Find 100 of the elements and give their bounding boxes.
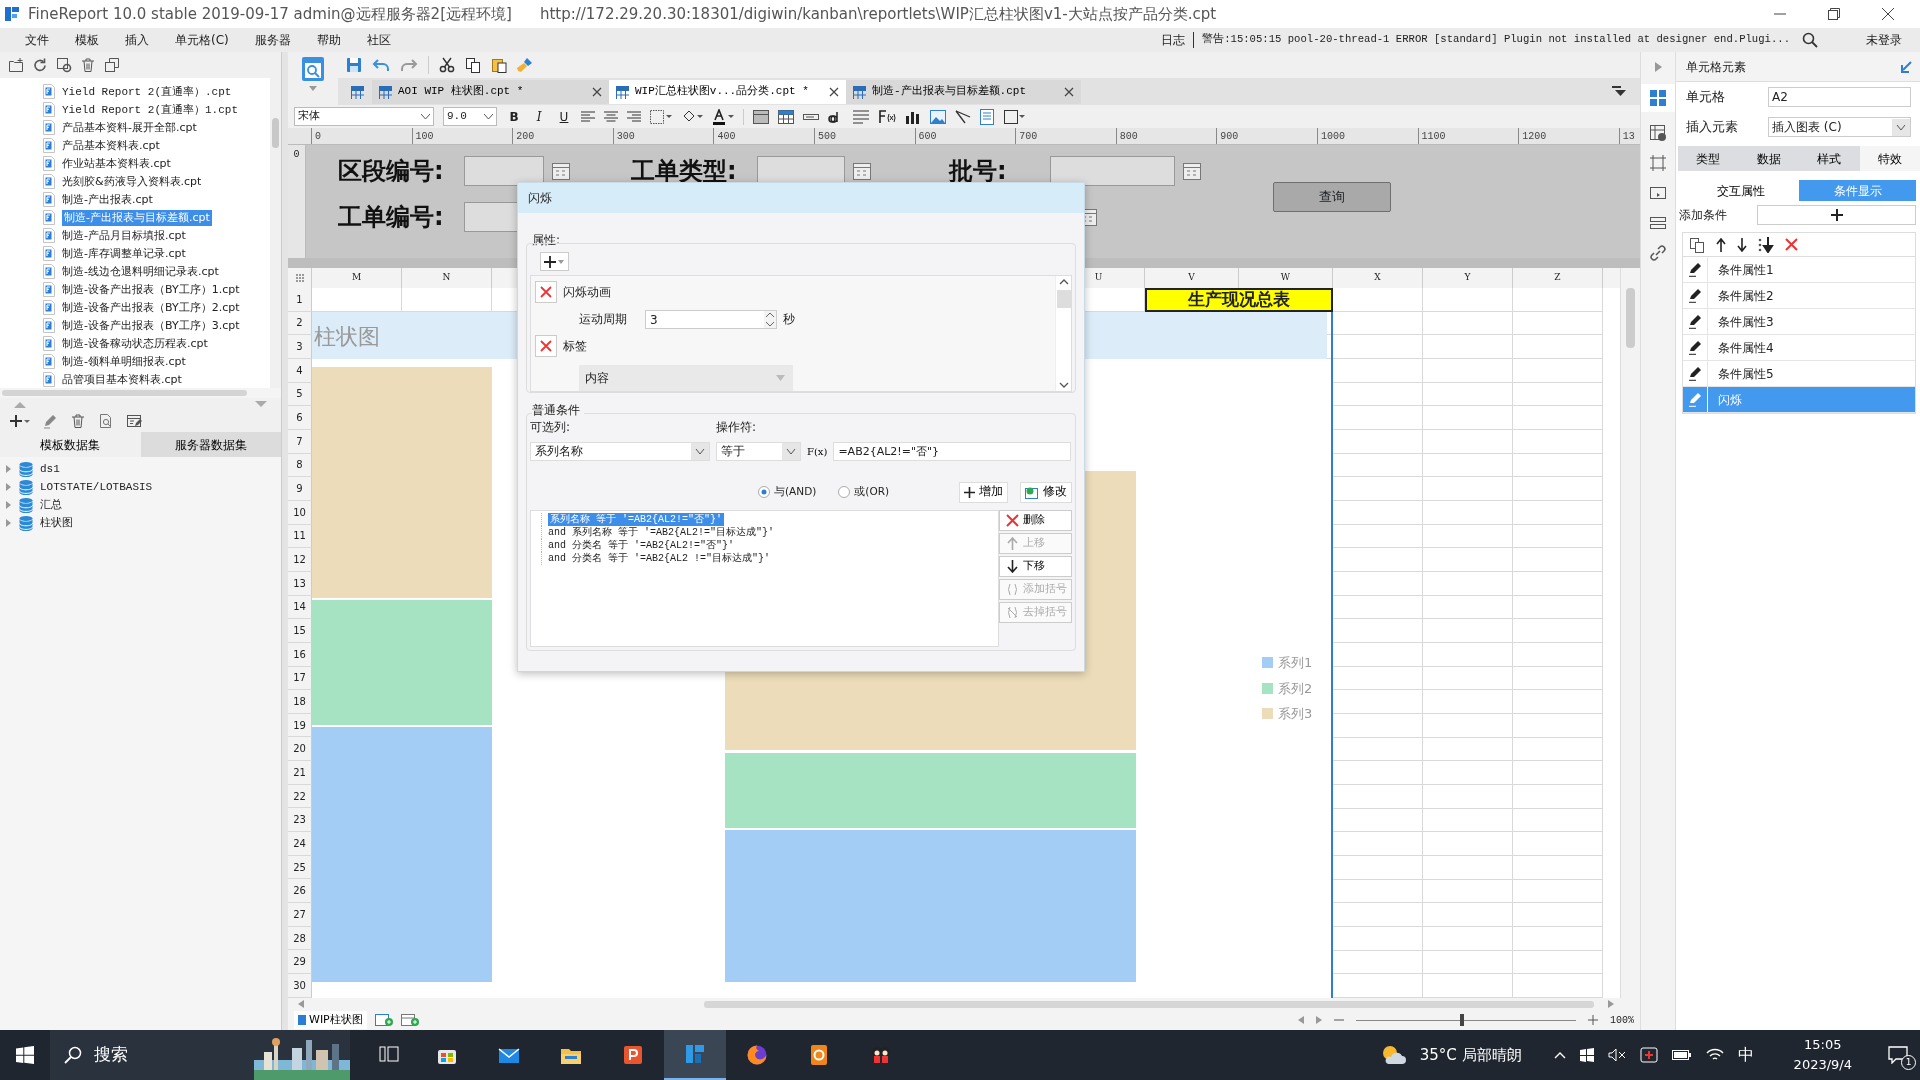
style-button[interactable]: I — [531, 107, 547, 126]
row-header[interactable]: 17 — [288, 666, 312, 691]
menu-item[interactable]: 社区 — [353, 31, 404, 49]
row-header[interactable]: 9 — [288, 477, 312, 501]
row-header[interactable]: 19 — [288, 713, 312, 738]
panel-tab[interactable]: 特效 — [1859, 146, 1920, 171]
style-button[interactable]: U — [556, 107, 572, 126]
row-header[interactable]: 11 — [288, 524, 312, 549]
dataset-item[interactable]: ds1 — [40, 460, 60, 478]
row-header[interactable]: 22 — [288, 784, 312, 809]
style-button[interactable]: B — [506, 107, 522, 126]
editor-tab[interactable]: WIP汇总柱状图v...品分类.cpt * — [609, 79, 846, 104]
input-method[interactable]: 中 — [1737, 1043, 1754, 1067]
dataset-item[interactable]: LOTSTATE/LOTBASIS — [40, 478, 153, 496]
formula-field[interactable]: =AB2{AL2!="否"} — [833, 441, 1071, 461]
row-header[interactable]: 4 — [288, 358, 312, 383]
row-header[interactable]: 16 — [288, 642, 312, 667]
search-box[interactable]: 搜索 — [50, 1030, 350, 1080]
tree-item[interactable]: 制造-设备产出报表（BY工序）2.cpt — [62, 299, 240, 317]
row-header[interactable]: 10 — [288, 500, 312, 525]
tree-item[interactable]: 制造-线边仓退料明细记录表.cpt — [62, 263, 219, 281]
row-header[interactable]: 6 — [288, 406, 312, 430]
font-select[interactable]: 宋体 — [294, 107, 434, 126]
tree-item[interactable]: 作业站基本资料表.cpt — [62, 155, 171, 173]
menu-item[interactable]: 模板 — [62, 31, 112, 49]
tree-item[interactable]: 制造-设备产出报表（BY工序）3.cpt — [62, 317, 240, 335]
formula-button[interactable]: F(x) — [807, 443, 828, 459]
condition-action-button[interactable]: 下移 — [999, 556, 1072, 577]
condition-line[interactable]: and 分类名 等于 '=AB2{AL2 !="目标达成"}' — [548, 552, 771, 565]
row-header[interactable]: 1 — [288, 288, 312, 312]
row-header[interactable]: 7 — [288, 429, 312, 454]
menu-item[interactable]: 文件 — [12, 31, 62, 49]
dataset-tab[interactable]: 服务器数据集 — [140, 432, 281, 457]
period-field[interactable]: 3 — [645, 309, 777, 329]
condition-item[interactable]: 条件属性2 — [1683, 283, 1915, 309]
size-select[interactable]: 9.0 — [443, 107, 497, 126]
row-header[interactable]: 20 — [288, 737, 312, 762]
dataset-tab[interactable]: 模板数据集 — [0, 432, 141, 457]
panel-tab[interactable]: 数据 — [1738, 146, 1799, 171]
menu-item[interactable]: 服务器 — [241, 31, 304, 49]
condition-action-button[interactable]: 删除 — [999, 510, 1072, 531]
menu-item[interactable]: 帮助 — [303, 31, 354, 49]
tree-item[interactable]: 产品基本资料-展开全部.cpt — [62, 119, 197, 137]
insert-select[interactable]: 插入图表 (C) — [1768, 117, 1911, 137]
row-header[interactable]: 2 — [288, 311, 312, 336]
row-header[interactable]: 24 — [288, 832, 312, 856]
row-header[interactable]: 23 — [288, 808, 312, 833]
row-header[interactable]: 14 — [288, 595, 312, 620]
radio-option[interactable]: 或(OR) — [838, 484, 890, 500]
tree-item[interactable]: 制造-领料单明细报表.cpt — [62, 353, 186, 371]
row-header[interactable]: 12 — [288, 548, 312, 572]
row-header[interactable]: 28 — [288, 926, 312, 951]
row-header[interactable]: 15 — [288, 619, 312, 643]
menu-item[interactable]: 单元格(C) — [162, 31, 242, 49]
condition-line[interactable]: and 系列名称 等于 '=AB2{AL2!="目标达成"}' — [548, 526, 775, 539]
panel-tab[interactable]: 样式 — [1799, 146, 1860, 171]
row-header[interactable]: 27 — [288, 903, 312, 927]
content-select[interactable]: 内容 — [579, 365, 793, 391]
tree-item[interactable]: 品管项目基本资料表.cpt — [62, 371, 182, 389]
condition-line[interactable]: and 分类名 等于 '=AB2{AL2!="否"}' — [548, 539, 735, 552]
weather-text[interactable]: 35°C 局部晴朗 — [1419, 1043, 1522, 1067]
editor-tab[interactable]: AOI WIP 柱状图.cpt * — [372, 79, 609, 104]
dataset-item[interactable]: 汇总 — [40, 496, 62, 514]
row-header[interactable]: 30 — [288, 974, 312, 998]
tree-item[interactable]: 光刻胶&药液导入资料表.cpt — [62, 173, 202, 191]
condition-item[interactable]: 条件属性3 — [1683, 309, 1915, 335]
row-header[interactable]: 3 — [288, 335, 312, 359]
dataset-item[interactable]: 柱状图 — [40, 514, 73, 532]
row-header[interactable]: 8 — [288, 453, 312, 478]
tree-item[interactable]: 制造-产品月目标填报.cpt — [62, 227, 186, 245]
row-header[interactable]: 5 — [288, 382, 312, 407]
tree-item[interactable]: 制造-库存调整单记录.cpt — [62, 245, 186, 263]
tree-item[interactable]: 制造-产出报表.cpt — [62, 191, 153, 209]
tree-item[interactable]: 制造-设备稼动状态历程表.cpt — [62, 335, 208, 353]
radio-option[interactable]: 与(AND) — [758, 484, 817, 500]
row-header[interactable]: 18 — [288, 690, 312, 714]
tree-item[interactable]: 制造-设备产出报表（BY工序）1.cpt — [62, 281, 240, 299]
row-header[interactable]: 21 — [288, 761, 312, 785]
column-select[interactable]: 系列名称 — [530, 441, 710, 461]
condition-item[interactable]: 条件属性1 — [1683, 257, 1915, 283]
row-header[interactable]: 26 — [288, 879, 312, 904]
tree-item[interactable]: Yield Report 2(直通率）.cpt — [62, 83, 232, 101]
sheet-tab[interactable]: WIP柱状图 — [294, 1011, 367, 1029]
modify-button[interactable]: 修改 — [1020, 481, 1072, 503]
panel-tab[interactable]: 类型 — [1678, 146, 1739, 171]
row-header[interactable]: 29 — [288, 950, 312, 975]
row-header[interactable]: 13 — [288, 571, 312, 596]
login-status[interactable]: 未登录 — [1866, 31, 1902, 49]
cell-field[interactable]: A2 — [1768, 87, 1911, 107]
query-button[interactable]: 查询 — [1273, 182, 1391, 212]
clock[interactable]: 15:05 2023/9/4 — [1793, 1035, 1852, 1075]
operator-select[interactable]: 等于 — [716, 441, 801, 461]
condition-item[interactable]: 条件属性4 — [1683, 335, 1915, 361]
add-condition-button[interactable]: 增加 — [959, 481, 1008, 503]
row-header[interactable]: 25 — [288, 855, 312, 880]
menu-item[interactable]: 插入 — [112, 31, 162, 49]
editor-tab[interactable]: 制造-产出报表与目标差额.cpt — [846, 79, 1081, 104]
tree-item[interactable]: 产品基本资料表.cpt — [62, 137, 160, 155]
log-link[interactable]: 日志 — [1161, 31, 1186, 49]
tree-item[interactable]: Yield Report 2(直通率）1.cpt — [62, 101, 239, 119]
